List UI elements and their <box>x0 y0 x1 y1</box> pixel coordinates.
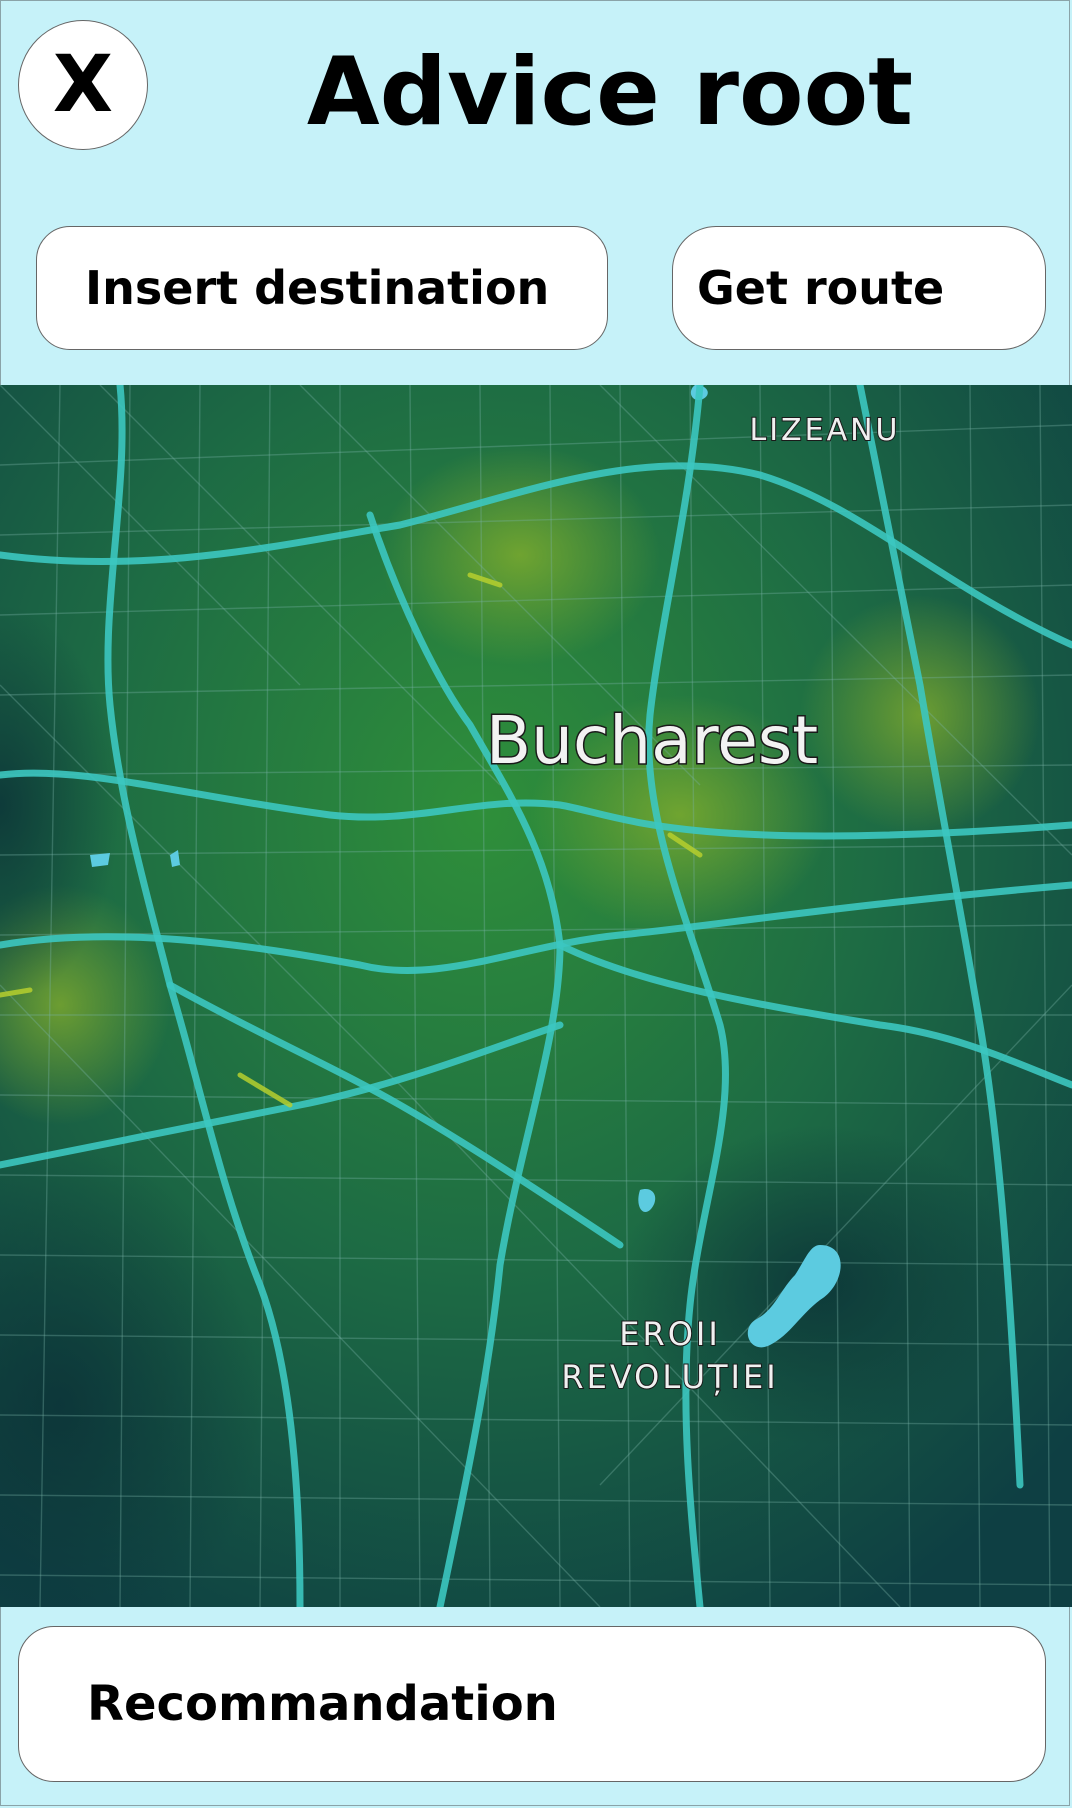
map-label-revolutiei: REVOLUȚIEI <box>561 1358 778 1396</box>
map-label-lizeanu: LIZEANU <box>750 413 901 448</box>
map-view[interactable]: Bucharest LIZEANU EROII REVOLUȚIEI <box>0 385 1072 1607</box>
recommendation-panel[interactable]: Recommandation <box>18 1626 1046 1782</box>
close-button[interactable]: X <box>18 20 148 150</box>
map-canvas: Bucharest LIZEANU EROII REVOLUȚIEI <box>0 385 1072 1607</box>
destination-placeholder: Insert destination <box>85 261 550 315</box>
map-label-city: Bucharest <box>486 702 818 779</box>
get-route-button[interactable]: Get route <box>672 226 1046 350</box>
destination-input[interactable]: Insert destination <box>36 226 608 350</box>
page-title: Advice root <box>306 38 914 147</box>
recommendation-label: Recommandation <box>87 1676 558 1732</box>
map-label-eroii: EROII <box>619 1315 721 1353</box>
get-route-label: Get route <box>697 261 945 315</box>
